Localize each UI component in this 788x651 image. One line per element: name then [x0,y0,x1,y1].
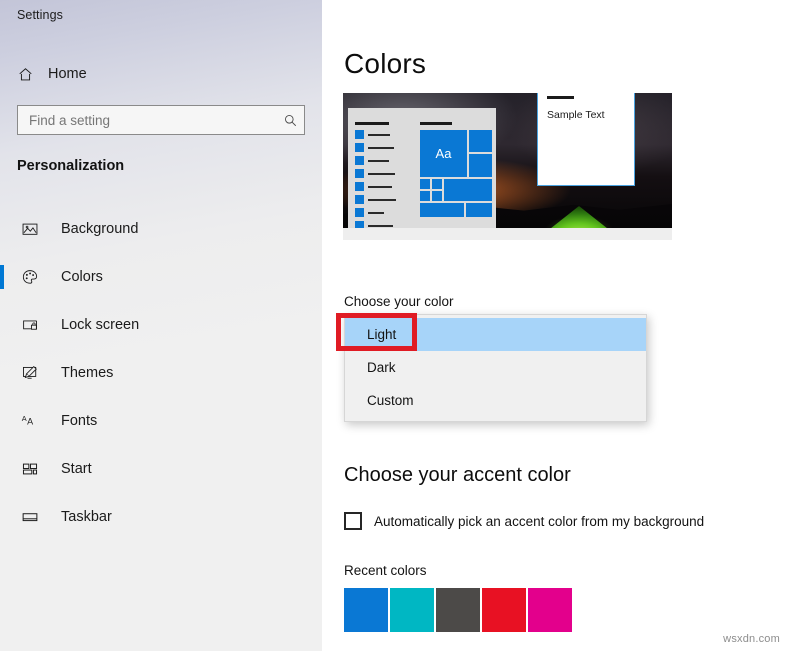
preview-sample-text: Sample Text [547,109,605,121]
preview-tile [420,203,464,217]
preview-tile [444,179,492,201]
search-box[interactable] [17,105,305,135]
preview-list-line [368,133,390,136]
color-swatch[interactable] [390,588,434,632]
auto-accent-label: Automatically pick an accent color from … [374,513,705,529]
preview-app-list [355,122,411,234]
preview-tile [466,203,492,217]
preview-tile-aa: Aa [420,130,467,177]
color-swatch[interactable] [344,588,388,632]
selection-indicator [0,265,4,289]
watermark: wsxdn.com [723,633,780,645]
preview-tile [420,191,430,201]
sidebar-nav-list: Background Colors Lock screen Themes A A… [0,205,322,541]
sidebar-item-taskbar[interactable]: Taskbar [0,493,322,541]
choose-your-color-label: Choose your color [344,294,454,309]
preview-tile [420,179,430,189]
preview-tile [432,191,442,201]
color-swatch[interactable] [482,588,526,632]
sidebar-item-fonts-label: Fonts [61,413,98,429]
preview-tiles: Aa [420,122,492,226]
sidebar-item-lock-screen[interactable]: Lock screen [0,301,322,349]
sidebar-item-lock-screen-label: Lock screen [61,317,140,333]
brush-icon [13,364,47,382]
preview-window-titlebar [547,96,574,99]
window-title: Settings [17,8,63,22]
start-tiles-icon [13,460,47,478]
sidebar-item-home-label: Home [48,66,87,82]
color-preview: Aa Sample Text [343,93,672,240]
preview-start-menu: Aa [348,108,496,230]
preview-tile [469,154,492,177]
sidebar-item-background[interactable]: Background [0,205,322,253]
dropdown-option-dark[interactable]: Dark [345,351,646,384]
dropdown-option-custom[interactable]: Custom [345,384,646,417]
preview-list-row [355,156,411,165]
preview-list-square [355,169,364,178]
palette-icon [13,268,47,286]
preview-list-line [368,172,395,175]
preview-tile [432,179,442,189]
color-swatch[interactable] [436,588,480,632]
preview-list-row [355,195,411,204]
image-icon [13,220,47,238]
dropdown-option-light[interactable]: Light [345,318,646,351]
sidebar-item-taskbar-label: Taskbar [61,509,112,525]
page-title: Colors [344,48,427,79]
recent-colors-label: Recent colors [344,563,427,578]
auto-accent-checkbox[interactable] [344,512,362,530]
preview-list-square [355,182,364,191]
preview-list-square [355,143,364,152]
preview-sample-window: Sample Text [537,93,635,186]
home-icon [8,66,42,83]
preview-list-line [368,224,393,227]
preview-list-line [368,185,392,188]
preview-list-row [355,169,411,178]
preview-list-header [355,122,389,125]
preview-list-row [355,208,411,217]
preview-list-row [355,143,411,152]
sidebar-item-colors-label: Colors [61,269,103,285]
sidebar-item-start-label: Start [61,461,92,477]
preview-tile [469,130,492,152]
preview-list-square [355,156,364,165]
svg-text:A: A [27,417,33,427]
sidebar-item-fonts[interactable]: A A Fonts [0,397,322,445]
preview-list-line [368,146,394,149]
taskbar-icon [13,508,47,526]
sidebar-item-colors[interactable]: Colors [0,253,322,301]
preview-list-square [355,208,364,217]
sidebar-section-title: Personalization [17,158,125,174]
main-content: Colors Aa Sample Text Choose your color … [322,0,788,651]
recent-colors-swatches [344,588,572,632]
preview-tile-grid: Aa [420,130,492,226]
lock-screen-icon [13,316,47,334]
font-icon: A A [13,412,47,430]
preview-tiles-header [420,122,452,125]
preview-list-row [355,182,411,191]
preview-tile-aa-label: Aa [435,146,452,161]
sidebar-item-start[interactable]: Start [0,445,322,493]
auto-accent-row[interactable]: Automatically pick an accent color from … [344,512,704,530]
preview-list-line [368,159,389,162]
search-icon[interactable] [276,113,304,128]
settings-window: Settings Home Personalization [0,0,788,651]
search-input[interactable] [18,112,276,128]
preview-taskbar [343,228,672,240]
preview-list-line [368,211,384,214]
sidebar-item-themes-label: Themes [61,365,114,381]
sidebar: Settings Home Personalization [0,0,322,651]
color-swatch[interactable] [528,588,572,632]
sidebar-item-home[interactable]: Home [8,60,314,88]
choose-your-color-dropdown[interactable]: Light Dark Custom [344,314,647,422]
sidebar-item-background-label: Background [61,221,139,237]
preview-list-square [355,130,364,139]
accent-color-heading: Choose your accent color [344,464,571,486]
preview-list-line [368,198,396,201]
preview-list-row [355,130,411,139]
preview-list-square [355,195,364,204]
svg-text:A: A [22,414,27,423]
sidebar-item-themes[interactable]: Themes [0,349,322,397]
